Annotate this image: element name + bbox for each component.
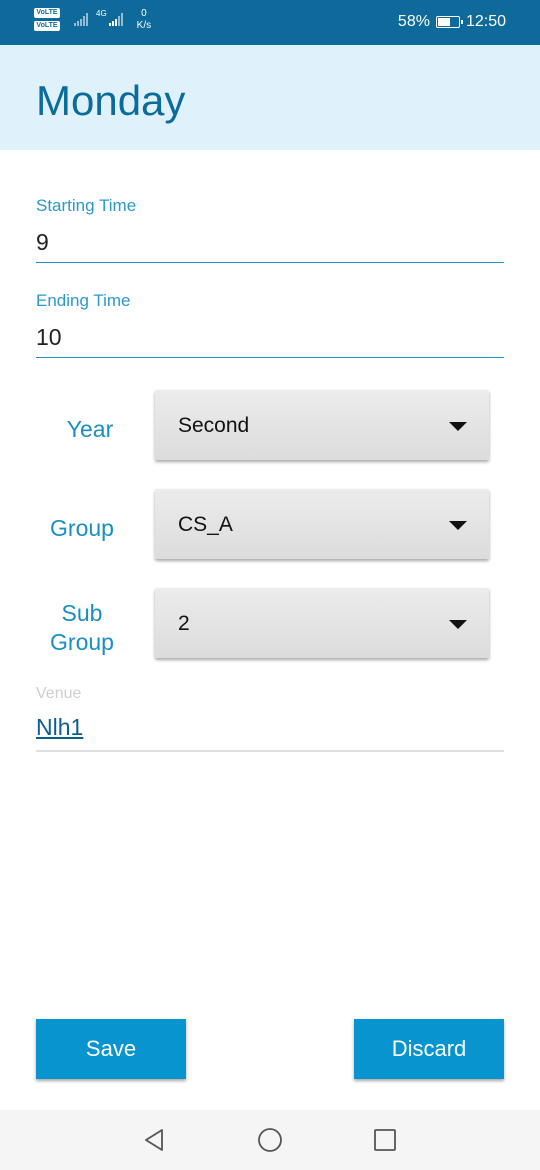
volte-indicators: VoLTE VoLTE xyxy=(34,8,60,31)
sub-group-label-line1: Sub xyxy=(61,600,103,626)
signal-strength-icon-2 xyxy=(108,12,123,26)
recents-icon[interactable] xyxy=(372,1127,398,1153)
group-dropdown[interactable]: CS_A xyxy=(155,489,489,559)
sub-group-selected-value: 2 xyxy=(178,612,190,635)
app-bar: Monday xyxy=(0,45,540,150)
status-bar: VoLTE VoLTE 4G 0 K/s 58% 12:50 xyxy=(0,0,540,45)
volte-badge-2: VoLTE xyxy=(34,21,60,31)
status-left: VoLTE VoLTE 4G 0 K/s xyxy=(34,8,151,32)
save-button[interactable]: Save xyxy=(36,1019,186,1079)
home-icon[interactable] xyxy=(257,1127,283,1153)
signal-strength-icon-1 xyxy=(74,12,88,26)
discard-button[interactable]: Discard xyxy=(354,1019,504,1079)
dropdown-arrow-icon xyxy=(449,521,467,530)
page-title: Monday xyxy=(36,77,186,124)
ending-time-label: Ending Time xyxy=(36,291,131,310)
sub-group-dropdown[interactable]: 2 xyxy=(155,588,489,658)
venue-input[interactable]: Nlh1 xyxy=(36,714,504,752)
battery-icon xyxy=(435,16,463,28)
back-icon[interactable] xyxy=(142,1127,168,1153)
battery-percent: 58% xyxy=(397,13,430,30)
sub-group-label: Sub Group xyxy=(32,599,132,657)
sub-group-label-line2: Group xyxy=(50,629,114,655)
battery-fill xyxy=(437,18,450,26)
venue-label: Venue xyxy=(36,685,82,702)
dropdown-arrow-icon xyxy=(449,620,467,629)
venue-value: Nlh1 xyxy=(36,714,84,740)
year-label: Year xyxy=(66,416,114,442)
signal-group: 4G xyxy=(74,9,123,26)
speed-value: 0 xyxy=(141,8,147,19)
starting-time-label: Starting Time xyxy=(36,196,137,215)
status-right: 58% 12:50 xyxy=(398,13,506,31)
volte-badge-1: VoLTE xyxy=(34,8,60,18)
year-dropdown[interactable]: Second xyxy=(155,390,489,460)
system-nav-bar xyxy=(0,1110,540,1170)
network-speed: 0 K/s xyxy=(137,8,151,32)
clock: 12:50 xyxy=(465,13,506,30)
starting-time-input[interactable] xyxy=(36,223,504,263)
ending-time-input[interactable] xyxy=(36,318,504,358)
group-selected-value: CS_A xyxy=(178,513,233,536)
year-selected-value: Second xyxy=(178,414,250,437)
group-label: Group xyxy=(50,515,114,541)
speed-unit: K/s xyxy=(136,20,152,31)
dropdown-arrow-icon xyxy=(449,422,467,431)
network-type: 4G xyxy=(96,9,107,18)
